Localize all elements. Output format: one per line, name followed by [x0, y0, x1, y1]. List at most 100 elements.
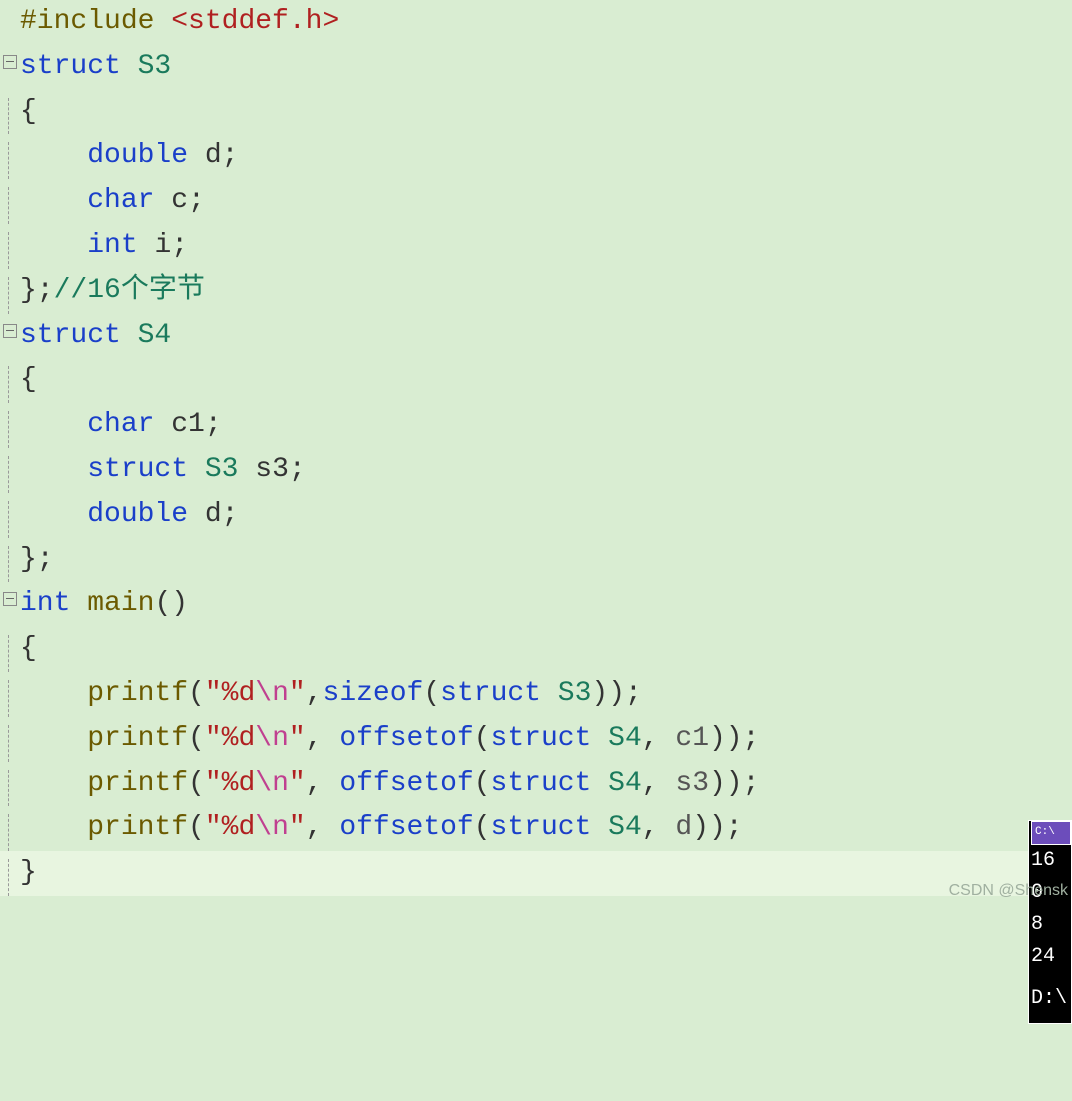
type-name: S4 [608, 723, 642, 754]
keyword: char [87, 185, 171, 216]
indent [20, 230, 87, 261]
code-line: printf("%d\n", offsetof(struct S4, c1)); [0, 717, 1072, 762]
punct: )); [709, 723, 759, 754]
type-name: S3 [558, 678, 592, 709]
punct: ; [289, 454, 306, 485]
punct: ; [222, 140, 239, 171]
console-output: 16 [1031, 845, 1071, 877]
indent [20, 185, 87, 216]
string: " [289, 678, 306, 709]
punct: ( [188, 678, 205, 709]
console-output: 24 [1031, 941, 1071, 973]
punct: , [642, 812, 676, 843]
punct: , [642, 723, 676, 754]
code-line: };//16个字节 [0, 269, 1072, 314]
code-line: struct S3 [0, 45, 1072, 90]
brace: { [20, 633, 37, 664]
indent [20, 454, 87, 485]
function-call: printf [87, 768, 188, 799]
punct: ( [474, 768, 491, 799]
indent [20, 723, 87, 754]
type-name: S4 [608, 768, 642, 799]
punct: ( [188, 812, 205, 843]
identifier: i [154, 230, 171, 261]
string: "%d [205, 768, 255, 799]
escape: \n [255, 723, 289, 754]
builtin: offsetof [339, 723, 473, 754]
punct: , [306, 768, 340, 799]
code-line: double d; [0, 134, 1072, 179]
param: d [675, 812, 692, 843]
string: "%d [205, 723, 255, 754]
punct: ( [474, 812, 491, 843]
type-name: S3 [138, 51, 172, 82]
punct: ; [188, 185, 205, 216]
code-line: struct S4 [0, 314, 1072, 359]
code-line: struct S3 s3; [0, 448, 1072, 493]
code-line: printf("%d\n", offsetof(struct S4, d)); [0, 806, 1072, 851]
indent [20, 768, 87, 799]
type-name: S3 [205, 454, 255, 485]
header-name: <stddef.h> [171, 6, 339, 37]
keyword: struct [20, 51, 138, 82]
fold-icon[interactable] [3, 55, 17, 69]
keyword: struct [491, 812, 609, 843]
brace: { [20, 96, 37, 127]
code-line: #include <stddef.h> [0, 0, 1072, 45]
builtin: offsetof [339, 768, 473, 799]
code-line: { [0, 627, 1072, 672]
code-line: int main() [0, 582, 1072, 627]
code-line: char c1; [0, 403, 1072, 448]
builtin: offsetof [339, 812, 473, 843]
brace: } [20, 857, 37, 888]
code-line: char c; [0, 179, 1072, 224]
function-call: printf [87, 723, 188, 754]
string: "%d [205, 812, 255, 843]
punct: ; [205, 409, 222, 440]
fold-icon[interactable] [3, 592, 17, 606]
code-line: }; [0, 538, 1072, 583]
brace: { [20, 364, 37, 395]
punct: ( [423, 678, 440, 709]
code-line: { [0, 90, 1072, 135]
keyword: int [20, 588, 87, 619]
console-prompt: D:\ [1031, 983, 1071, 1015]
punct: ( [188, 768, 205, 799]
param: c1 [675, 723, 709, 754]
string: " [289, 812, 306, 843]
keyword: struct [491, 723, 609, 754]
fold-icon[interactable] [3, 324, 17, 338]
console-titlebar: C:\ [1031, 821, 1071, 845]
code-line: double d; [0, 493, 1072, 538]
code-editor[interactable]: #include <stddef.h> struct S3 { double d… [0, 0, 1072, 906]
string: " [289, 768, 306, 799]
keyword: int [87, 230, 154, 261]
punct: () [154, 588, 188, 619]
punct: )); [591, 678, 641, 709]
function-call: printf [87, 812, 188, 843]
function-call: printf [87, 678, 188, 709]
type-name: S4 [608, 812, 642, 843]
param: s3 [675, 768, 709, 799]
console-window[interactable]: C:\ 16 0 8 24 D:\ [1028, 820, 1072, 1024]
builtin: sizeof [323, 678, 424, 709]
punct: , [306, 678, 323, 709]
keyword: struct [491, 768, 609, 799]
punct: ; [171, 230, 188, 261]
escape: \n [255, 678, 289, 709]
punct: ( [474, 723, 491, 754]
function-name: main [87, 588, 154, 619]
indent [20, 499, 87, 530]
indent [20, 409, 87, 440]
escape: \n [255, 768, 289, 799]
keyword: double [87, 140, 205, 171]
punct: , [306, 723, 340, 754]
watermark: CSDN @Shensk [949, 878, 1068, 904]
indent [20, 140, 87, 171]
string: " [289, 723, 306, 754]
code-line: int i; [0, 224, 1072, 269]
keyword: char [87, 409, 171, 440]
punct: , [306, 812, 340, 843]
keyword: struct [87, 454, 205, 485]
punct: ; [222, 499, 239, 530]
